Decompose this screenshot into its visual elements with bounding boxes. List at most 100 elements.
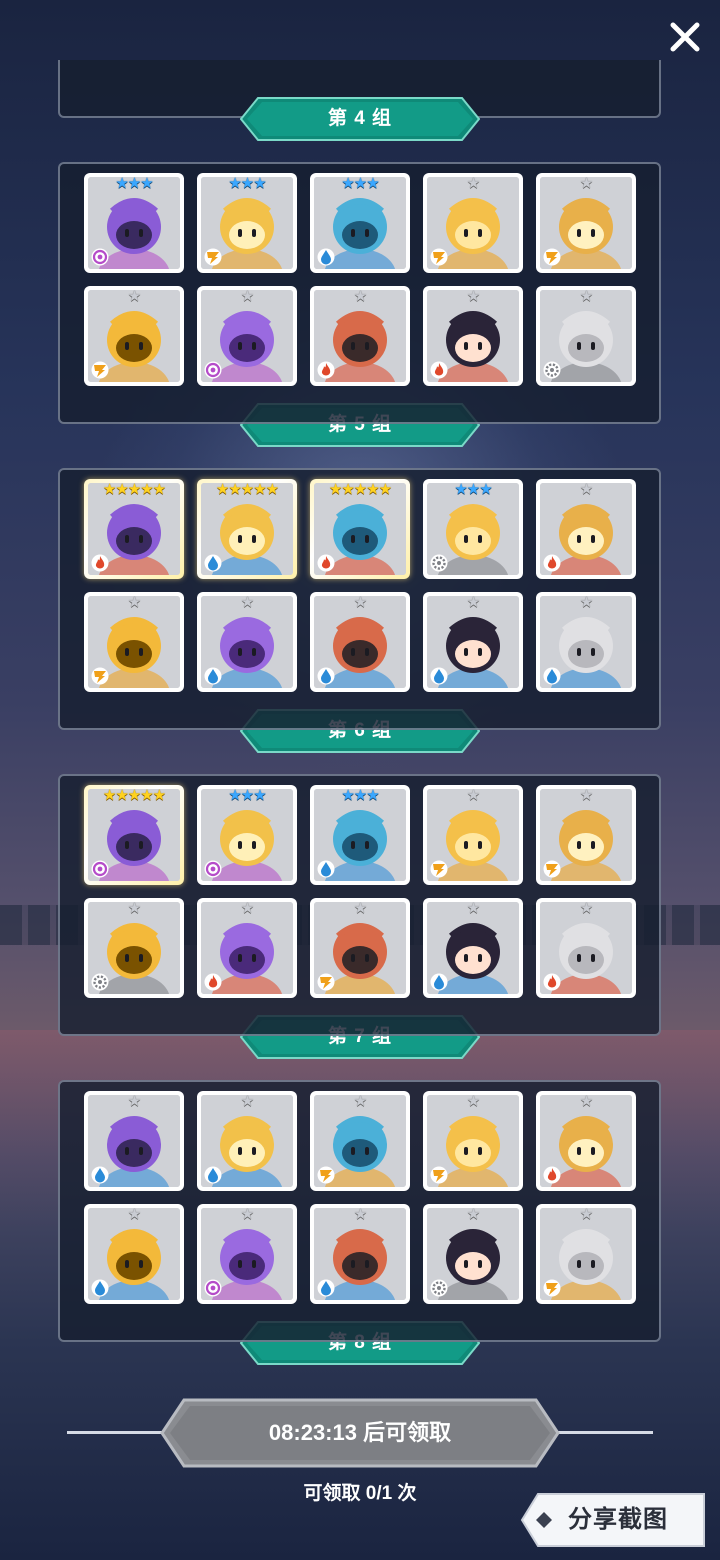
hero-card-goggles-boy[interactable]: ★ bbox=[310, 286, 410, 386]
hero-card-blue-dragon[interactable]: ★ bbox=[536, 592, 636, 692]
hero-card-frame: ★★★★★ bbox=[314, 483, 406, 575]
hero-card-pink-octopus[interactable]: ★ bbox=[536, 479, 636, 579]
hero-card-frame: ★ bbox=[201, 902, 293, 994]
hero-card-winged-knight-2[interactable]: ★ bbox=[310, 1204, 410, 1304]
hero-card-blonde-masked-girl[interactable]: ★★★ bbox=[197, 173, 297, 273]
hero-card-red-rock-golem[interactable]: ★ bbox=[536, 898, 636, 998]
star-rating-icon: ★ bbox=[127, 1208, 141, 1223]
hero-card-frame: ★ bbox=[88, 1208, 180, 1300]
hero-card-blue-fox-girl[interactable]: ★ bbox=[423, 898, 523, 998]
group-banner: 第 4 组 bbox=[240, 97, 480, 141]
hero-card-white-beast[interactable]: ★ bbox=[84, 898, 184, 998]
star-rating-icon: ★ bbox=[579, 596, 593, 611]
star-rating-icon: ★★★★★ bbox=[215, 483, 279, 498]
star-rating-icon: ★ bbox=[466, 902, 480, 917]
hero-card-frame: ★ bbox=[427, 1208, 519, 1300]
electric-bolt-icon bbox=[317, 1166, 335, 1184]
hero-card-blue-antler-girl[interactable]: ★ bbox=[84, 1204, 184, 1304]
water-drop-icon bbox=[317, 248, 335, 266]
electric-bolt-icon bbox=[430, 248, 448, 266]
arcane-swirl-icon bbox=[91, 860, 109, 878]
star-rating-icon: ★ bbox=[466, 1208, 480, 1223]
hero-card-blue-fish-creature[interactable]: ★★★ bbox=[310, 173, 410, 273]
hero-card-frame: ★ bbox=[540, 290, 632, 382]
fire-flame-icon bbox=[430, 361, 448, 379]
star-rating-icon: ★ bbox=[240, 1208, 254, 1223]
hero-card-white-hair-girl[interactable]: ★★★ bbox=[423, 479, 523, 579]
hero-card-frame: ★ bbox=[427, 902, 519, 994]
hero-card-frame: ★ bbox=[427, 789, 519, 881]
hero-card-frame: ★ bbox=[540, 789, 632, 881]
fire-flame-icon bbox=[91, 554, 109, 572]
hero-card-giraffe[interactable]: ★ bbox=[536, 1204, 636, 1304]
hero-card-fire-golem[interactable]: ★★★★★ bbox=[84, 479, 184, 579]
star-rating-icon: ★★★ bbox=[341, 789, 379, 804]
star-rating-icon: ★ bbox=[240, 290, 254, 305]
star-rating-icon: ★ bbox=[579, 1095, 593, 1110]
electric-bolt-icon bbox=[204, 248, 222, 266]
hero-card-frame: ★ bbox=[540, 902, 632, 994]
hero-card-frame: ★★★★★ bbox=[88, 789, 180, 881]
hero-card-goggles-boy-2[interactable]: ★ bbox=[536, 1091, 636, 1191]
electric-bolt-icon bbox=[317, 973, 335, 991]
hero-card-pink-hair-girl[interactable]: ★★★★★ bbox=[310, 479, 410, 579]
star-rating-icon: ★ bbox=[353, 902, 367, 917]
star-rating-icon: ★ bbox=[240, 596, 254, 611]
arcane-swirl-icon bbox=[204, 860, 222, 878]
hero-card-frame: ★ bbox=[540, 1208, 632, 1300]
group-title: 第 4 组 bbox=[327, 108, 393, 129]
hero-card-stone-moai[interactable]: ★ bbox=[536, 286, 636, 386]
star-rating-icon: ★ bbox=[466, 789, 480, 804]
hero-card-bandaged-mummy[interactable]: ★ bbox=[423, 785, 523, 885]
water-drop-icon bbox=[430, 973, 448, 991]
fire-flame-icon bbox=[317, 361, 335, 379]
water-drop-icon bbox=[317, 860, 335, 878]
hero-card-frame: ★ bbox=[314, 290, 406, 382]
electric-bolt-icon bbox=[543, 1279, 561, 1297]
hero-card-shrine-maiden[interactable]: ★ bbox=[423, 286, 523, 386]
hero-card-blonde-bow-girl[interactable]: ★ bbox=[423, 173, 523, 273]
hero-card-purple-cat-mage[interactable]: ★ bbox=[197, 286, 297, 386]
hero-card-frame: ★ bbox=[540, 1095, 632, 1187]
hero-card-frame: ★ bbox=[427, 290, 519, 382]
light-gear-icon bbox=[430, 554, 448, 572]
hero-card-frame: ★★★ bbox=[427, 483, 519, 575]
share-button-label: 分享截图 bbox=[568, 1506, 668, 1533]
hero-card-hooded-shadow[interactable]: ★★★ bbox=[310, 785, 410, 885]
hero-card-frame: ★ bbox=[314, 596, 406, 688]
water-drop-icon bbox=[317, 667, 335, 685]
claim-button[interactable]: 08:23:13 后可领取 bbox=[160, 1398, 560, 1468]
close-button[interactable] bbox=[666, 18, 704, 56]
star-rating-icon: ★ bbox=[466, 1095, 480, 1110]
hero-card-cactus[interactable]: ★ bbox=[536, 173, 636, 273]
hero-card-bandaged-mummy-2[interactable]: ★ bbox=[536, 785, 636, 885]
hero-card-witch-hat-girl[interactable]: ★★★★★ bbox=[197, 479, 297, 579]
hero-card-pink-octopus-2[interactable]: ★ bbox=[197, 898, 297, 998]
hero-card-purple-dragon[interactable]: ★★★ bbox=[197, 785, 297, 885]
star-rating-icon: ★★★ bbox=[228, 789, 266, 804]
electric-bolt-icon bbox=[543, 248, 561, 266]
star-rating-icon: ★ bbox=[353, 1095, 367, 1110]
hero-card-tiger-monk[interactable]: ★ bbox=[310, 898, 410, 998]
share-screenshot-button[interactable]: 分享截图 bbox=[520, 1492, 706, 1548]
hero-card-blue-mummy[interactable]: ★ bbox=[197, 1091, 297, 1191]
hero-card-purple-antler-girl[interactable]: ★ bbox=[197, 1204, 297, 1304]
star-rating-icon: ★★★ bbox=[228, 177, 266, 192]
hero-card-winged-knight[interactable]: ★ bbox=[197, 592, 297, 692]
light-gear-icon bbox=[543, 361, 561, 379]
water-drop-icon bbox=[430, 667, 448, 685]
hero-card-frame: ★★★★★ bbox=[88, 483, 180, 575]
hero-card-blue-furball[interactable]: ★ bbox=[84, 1091, 184, 1191]
water-drop-icon bbox=[204, 554, 222, 572]
hero-card-blonde-knight[interactable]: ★ bbox=[84, 592, 184, 692]
hero-card-purple-witch[interactable]: ★★★ bbox=[84, 173, 184, 273]
hero-card-lion-warrior[interactable]: ★ bbox=[423, 1091, 523, 1191]
hero-card-blue-mage[interactable]: ★ bbox=[310, 592, 410, 692]
hero-card-stone-ram[interactable]: ★ bbox=[423, 1204, 523, 1304]
hero-card-tiger-monk-2[interactable]: ★ bbox=[310, 1091, 410, 1191]
star-rating-icon: ★ bbox=[466, 290, 480, 305]
hero-card-blue-box-robot[interactable]: ★ bbox=[423, 592, 523, 692]
hero-card-yellow-skull[interactable]: ★ bbox=[84, 286, 184, 386]
hero-card-panda-fighter[interactable]: ★★★★★ bbox=[84, 785, 184, 885]
hero-card-frame: ★ bbox=[314, 902, 406, 994]
